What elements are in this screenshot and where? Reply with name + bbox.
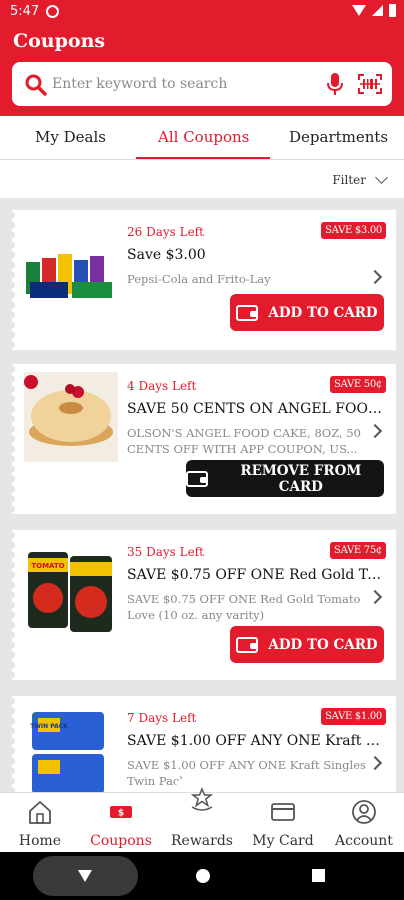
card-icon <box>271 803 295 821</box>
coupon-list[interactable]: 26 Days Left SAVE $3.00 Save $3.00 Pepsi… <box>0 198 404 792</box>
savings-badge: SAVE 50¢ <box>330 376 386 393</box>
search-bar[interactable] <box>12 62 392 106</box>
button-label: ADD TO CARD <box>268 636 378 653</box>
coupon-description: SAVE $1.00 OFF ANY ONE Kraft Singles Twi… <box>127 758 366 788</box>
coupon-description: OLSON'S ANGEL FOOD CAKE, 8OZ, 50 CENTS O… <box>127 426 361 456</box>
bottom-navigation: Home $ Coupons Rewards My Card Account <box>0 787 404 853</box>
chevron-right-icon[interactable] <box>367 269 383 285</box>
microphone-icon[interactable] <box>326 72 344 96</box>
coupon-card[interactable]: 26 Days Left SAVE $3.00 Save $3.00 Pepsi… <box>12 210 396 350</box>
nav-rewards-label: Rewards <box>171 833 233 849</box>
button-label: REMOVE FROM CARD <box>240 462 362 495</box>
nav-rewards[interactable]: Rewards <box>162 787 242 853</box>
savings-badge: SAVE $3.00 <box>321 222 386 239</box>
battery-icon <box>389 4 396 17</box>
days-left-label: 26 Days Left <box>127 225 204 239</box>
coupon-title[interactable]: SAVE $1.00 OFF ANY ONE Kraft Si... <box>127 733 385 749</box>
chevron-right-icon[interactable] <box>367 755 383 771</box>
search-input[interactable] <box>52 72 312 96</box>
status-icons <box>352 4 396 17</box>
active-tab-indicator <box>136 157 270 159</box>
tab-my-deals[interactable]: My Deals <box>35 128 106 146</box>
status-bar: 5:47 <box>0 0 404 24</box>
savings-badge: SAVE 75¢ <box>330 542 386 559</box>
nav-account-label: Account <box>335 833 393 849</box>
coupon-title[interactable]: SAVE $0.75 OFF ONE Red Gold To... <box>127 567 385 583</box>
wallet-icon <box>186 470 208 487</box>
red-gold-tomato-cans-image: TOMATO <box>28 552 112 632</box>
page-title: Coupons <box>13 30 106 52</box>
chevron-right-icon[interactable] <box>367 423 383 439</box>
notification-icon <box>46 5 59 18</box>
account-icon <box>352 800 376 824</box>
coupon-card[interactable]: TOMATO 35 Days Left SAVE 75¢ SAVE $0.75 … <box>12 530 396 680</box>
angel-food-cake-image <box>24 372 118 462</box>
system-navigation-bar <box>0 852 404 900</box>
tab-all-coupons[interactable]: All Coupons <box>158 128 249 146</box>
nav-home[interactable]: Home <box>0 793 80 853</box>
coupon-title[interactable]: SAVE 50 CENTS ON ANGEL FOOD... <box>127 401 385 417</box>
signal-icon <box>372 5 383 16</box>
tab-departments[interactable]: Departments <box>289 128 388 146</box>
wifi-icon <box>352 5 366 16</box>
chevron-down-icon[interactable] <box>375 171 388 184</box>
days-left-label: 7 Days Left <box>127 711 197 725</box>
coupon-description: Pepsi-Cola and Frito-Lay <box>127 272 271 286</box>
coupon-card[interactable]: 4 Days Left SAVE 50¢ SAVE 50 CENTS ON AN… <box>12 364 396 514</box>
nav-coupons-label: Coupons <box>90 833 152 849</box>
status-time: 5:47 <box>10 4 40 19</box>
remove-from-card-button[interactable]: REMOVE FROM CARD <box>186 460 384 497</box>
coupon-title[interactable]: Save $3.00 <box>127 247 385 263</box>
search-icon <box>25 74 47 96</box>
coupon-icon-badge: $ <box>118 809 124 819</box>
recent-apps-icon[interactable] <box>312 869 325 882</box>
home-icon <box>29 800 51 824</box>
pack-label: TWIN PACK <box>30 723 68 730</box>
rewards-icon <box>190 787 214 811</box>
app-header: Coupons <box>0 24 404 116</box>
button-label: ADD TO CARD <box>268 304 378 321</box>
coupon-description: SAVE $0.75 OFF ONE Red Gold Tomato Love … <box>127 592 361 622</box>
wallet-icon <box>236 636 259 653</box>
chevron-right-icon[interactable] <box>367 589 383 605</box>
wallet-icon <box>236 304 259 321</box>
can-label: TOMATO <box>31 562 64 570</box>
days-left-label: 4 Days Left <box>127 379 197 393</box>
nav-home-label: Home <box>18 833 62 849</box>
pepsi-fritolay-product-image <box>26 254 112 298</box>
nav-my-card[interactable]: My Card <box>243 793 323 853</box>
nav-my-card-label: My Card <box>252 833 314 849</box>
coupon-tabs: My Deals All Coupons Departments <box>0 116 404 160</box>
nav-account[interactable]: Account <box>324 793 404 853</box>
savings-badge: SAVE $1.00 <box>321 708 386 725</box>
days-left-label: 35 Days Left <box>127 545 204 559</box>
back-icon[interactable] <box>78 870 92 882</box>
barcode-scanner-icon[interactable] <box>358 74 382 94</box>
nav-coupons[interactable]: $ Coupons <box>81 793 161 853</box>
home-button-icon[interactable] <box>196 869 210 883</box>
kraft-singles-image: TWIN PACK <box>30 712 104 792</box>
filter-bar: Filter <box>0 160 404 198</box>
filter-button[interactable]: Filter <box>332 173 366 187</box>
add-to-card-button[interactable]: ADD TO CARD <box>230 626 384 663</box>
coupon-icon: $ <box>110 806 132 819</box>
add-to-card-button[interactable]: ADD TO CARD <box>230 294 384 331</box>
